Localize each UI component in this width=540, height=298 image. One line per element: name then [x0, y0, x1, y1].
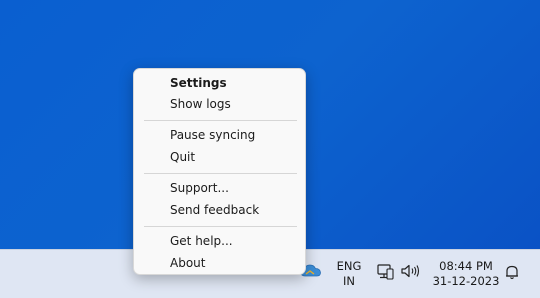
menu-item-support[interactable]: Support...: [170, 178, 229, 198]
language-indicator[interactable]: ENG IN: [332, 259, 366, 289]
clock-date: 31-12-2023: [432, 274, 500, 288]
menu-separator: [144, 173, 297, 174]
menu-item-about[interactable]: About: [170, 253, 205, 273]
menu-separator: [144, 120, 297, 121]
menu-item-settings[interactable]: Settings: [170, 73, 227, 93]
menu-item-show-logs[interactable]: Show logs: [170, 94, 231, 114]
language-code: ENG: [336, 259, 362, 273]
menu-item-get-help[interactable]: Get help...: [170, 231, 233, 251]
volume-icon[interactable]: [400, 263, 420, 279]
network-icon[interactable]: [376, 262, 394, 280]
notification-bell-icon[interactable]: [504, 264, 520, 280]
tray-context-menu: Settings Show logs Pause syncing Quit Su…: [133, 68, 306, 275]
menu-item-send-feedback[interactable]: Send feedback: [170, 200, 259, 220]
clock[interactable]: 08:44 PM 31-12-2023: [426, 259, 506, 289]
menu-item-quit[interactable]: Quit: [170, 147, 195, 167]
menu-item-pause-syncing[interactable]: Pause syncing: [170, 125, 255, 145]
menu-separator: [144, 226, 297, 227]
clock-time: 08:44 PM: [439, 259, 493, 273]
region-code: IN: [343, 274, 355, 288]
